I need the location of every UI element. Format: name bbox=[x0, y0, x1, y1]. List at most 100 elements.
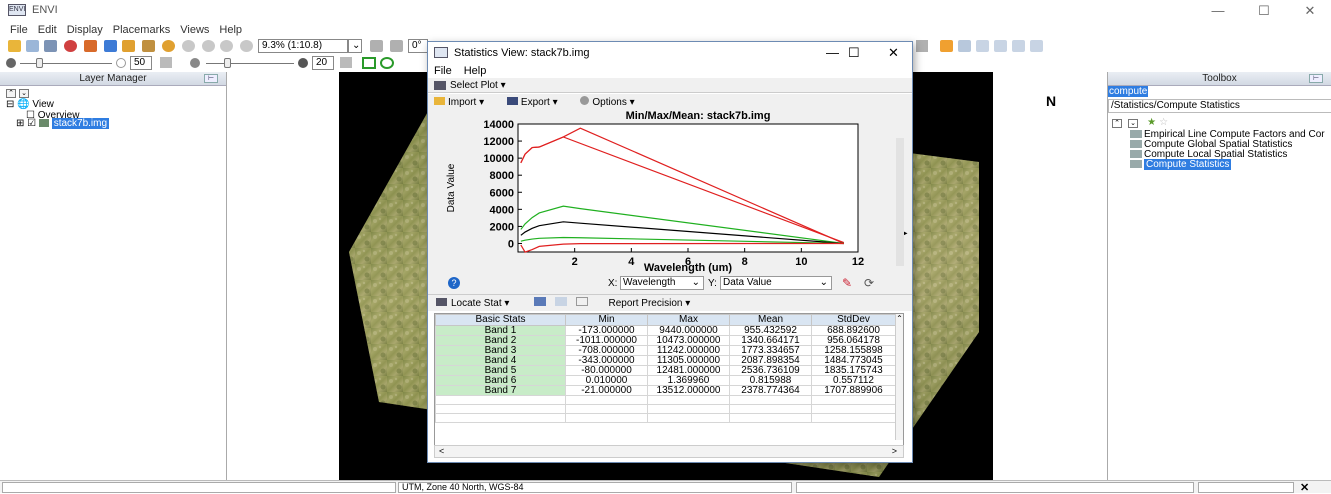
expand-all-icon[interactable]: ⌄ bbox=[19, 89, 29, 98]
table-row[interactable]: Band 2 -1011.000000 10473.000000 1340.66417… bbox=[435, 335, 896, 346]
x-axis-select[interactable]: Wavelength ⌄ bbox=[620, 276, 704, 290]
toolbox-pin-icon[interactable]: ⊢ bbox=[1309, 74, 1323, 83]
pencil-icon[interactable]: ✎ bbox=[842, 276, 852, 290]
stretch-type-icon[interactable] bbox=[380, 57, 394, 69]
toolbox-search-input[interactable]: compute bbox=[1108, 86, 1331, 97]
crosshair-icon[interactable] bbox=[84, 40, 97, 52]
chart[interactable]: Min/Max/Mean: stack7b.img 0 2000 4000 6000 8… bbox=[428, 108, 912, 274]
pan-icon[interactable] bbox=[122, 40, 135, 52]
minimize-button[interactable]: — bbox=[1195, 2, 1241, 20]
table-row[interactable]: Band 6 0.010000 1.369960 0.815988 0.557112 bbox=[435, 375, 896, 386]
table-cell: -708.000000 bbox=[565, 345, 648, 356]
menu-edit[interactable]: Edit bbox=[33, 22, 62, 38]
fixed-zoom-icon[interactable] bbox=[240, 40, 253, 52]
swipe-icon[interactable] bbox=[1030, 40, 1043, 52]
stretch-icon[interactable] bbox=[362, 57, 376, 69]
table-row[interactable]: Band 5 -80.000000 12481.000000 2536.736109 1… bbox=[435, 365, 896, 376]
table-row[interactable]: Band 3 -708.000000 11242.000000 1773.334657… bbox=[435, 345, 896, 356]
y-axis: 0 2000 4000 6000 8000 10000 12000 14000 bbox=[483, 119, 522, 250]
toolbox-expand-icon[interactable]: ⌄ bbox=[1128, 119, 1139, 128]
export-button[interactable]: Export ▾ bbox=[506, 97, 568, 108]
report-precision-button[interactable]: Report Precision ▾ bbox=[609, 298, 691, 309]
dialog-menu-file[interactable]: File bbox=[428, 65, 458, 77]
rotate-left-icon[interactable] bbox=[370, 40, 383, 52]
data-manager-icon[interactable] bbox=[26, 40, 39, 52]
toolbox-collapse-icon[interactable]: ⌃ bbox=[1112, 119, 1122, 128]
tree-stack-row[interactable]: ⊞ ☑ stack7b.img bbox=[16, 118, 110, 129]
table-hscroll[interactable]: < > bbox=[434, 445, 904, 458]
maximize-button[interactable]: ☐ bbox=[1241, 2, 1287, 20]
blend-icon[interactable] bbox=[994, 40, 1007, 52]
brightness-slider-knob[interactable] bbox=[36, 58, 43, 68]
profile-icon[interactable] bbox=[940, 40, 953, 52]
import-button[interactable]: Import ▾ bbox=[434, 97, 494, 108]
help-icon[interactable]: ? bbox=[448, 277, 460, 289]
portal-icon[interactable] bbox=[976, 40, 989, 52]
tool-item-selected[interactable]: Compute Statistics bbox=[1130, 159, 1232, 170]
brightness-value-field[interactable]: 50 bbox=[130, 56, 152, 70]
menu-file[interactable]: File bbox=[0, 22, 33, 38]
dialog-minimize-button[interactable]: — bbox=[826, 42, 839, 64]
zoom-icon[interactable] bbox=[182, 40, 195, 52]
pin-icon[interactable] bbox=[64, 40, 77, 52]
contrast-value-field[interactable]: 20 bbox=[312, 56, 334, 70]
y-axis-select[interactable]: Data Value ⌄ bbox=[720, 276, 832, 290]
stats-table: Basic Stats Min Max Mean StdDev Band 1 -1… bbox=[434, 313, 904, 453]
scroll-left-icon[interactable]: < bbox=[439, 446, 444, 456]
contrast-slider-track[interactable] bbox=[206, 63, 294, 64]
open-file-icon[interactable] bbox=[8, 40, 21, 52]
rotate-right-icon[interactable] bbox=[390, 40, 403, 52]
app-titlebar: ENVI ENVI — ☐ ✕ bbox=[0, 0, 1331, 22]
menu-views[interactable]: Views bbox=[175, 22, 214, 38]
menu-help[interactable]: Help bbox=[214, 22, 247, 38]
scroll-right-icon[interactable]: > bbox=[892, 446, 897, 457]
menu-placemarks[interactable]: Placemarks bbox=[108, 22, 175, 38]
dialog-maximize-button[interactable]: ☐ bbox=[848, 42, 860, 64]
table-copy-icon[interactable] bbox=[554, 297, 567, 306]
contrast-slider-knob[interactable] bbox=[224, 58, 231, 68]
select-plot-button[interactable]: Select Plot ▾ bbox=[428, 78, 912, 93]
rotation-field[interactable]: 0° bbox=[408, 39, 428, 53]
table-export-icon[interactable] bbox=[575, 297, 588, 306]
layer-icon[interactable] bbox=[44, 40, 57, 52]
close-button[interactable]: ✕ bbox=[1287, 2, 1331, 20]
table-row[interactable]: Band 1 -173.000000 9440.000000 955.432592 68… bbox=[435, 325, 896, 336]
fly-icon[interactable] bbox=[142, 40, 155, 52]
favorites-icon[interactable]: ★ bbox=[1147, 117, 1156, 128]
status-close-icon[interactable]: ✕ bbox=[1300, 481, 1309, 494]
flicker-icon[interactable] bbox=[1012, 40, 1025, 52]
zoom-dropdown-chevron-icon[interactable]: ⌄ bbox=[348, 39, 362, 53]
reset-contrast-icon[interactable] bbox=[340, 57, 352, 68]
options-button[interactable]: Options ▾ bbox=[580, 96, 644, 108]
table-row[interactable]: Band 7 -21.000000 13512.000000 2378.774364 1… bbox=[435, 385, 896, 396]
panel-pin-icon[interactable]: ⊢ bbox=[204, 74, 218, 83]
table-cell: 9440.000000 bbox=[647, 325, 730, 336]
tree-view-row[interactable]: ⊟ 🌐 View bbox=[6, 99, 54, 110]
dialog-menu-help[interactable]: Help bbox=[458, 65, 493, 77]
refresh-icon[interactable] bbox=[916, 40, 928, 52]
tree-stack-label: stack7b.img bbox=[51, 118, 110, 129]
table-row[interactable]: Band 4 -343.000000 11305.000000 2087.898354… bbox=[435, 355, 896, 366]
zoom-in-icon[interactable] bbox=[202, 40, 215, 52]
rotate-icon[interactable] bbox=[162, 40, 175, 52]
plot-scrollbar[interactable] bbox=[896, 138, 904, 266]
menu-display[interactable]: Display bbox=[62, 22, 108, 38]
chip-icon[interactable] bbox=[958, 40, 971, 52]
collapse-all-icon[interactable]: ⌃ bbox=[6, 89, 16, 98]
table-vscroll[interactable]: ⌃ bbox=[895, 314, 903, 440]
brightness-slider-track[interactable] bbox=[20, 63, 112, 64]
reset-brightness-icon[interactable] bbox=[160, 57, 172, 68]
empty-cell bbox=[435, 395, 566, 405]
import-icon bbox=[434, 97, 445, 105]
toolbox-path-field[interactable]: /Statistics/Compute Statistics bbox=[1108, 99, 1331, 113]
zoom-level-field[interactable]: 9.3% (1:10.8) bbox=[258, 39, 348, 53]
select-icon[interactable] bbox=[104, 40, 117, 52]
y-tick-label: 0 bbox=[508, 238, 514, 250]
refresh-plot-icon[interactable]: ⟳ bbox=[864, 276, 874, 290]
zoom-out-icon[interactable] bbox=[220, 40, 233, 52]
favorites-off-icon[interactable]: ☆ bbox=[1159, 117, 1168, 128]
locate-stat-button[interactable]: Locate Stat ▾ bbox=[436, 298, 509, 309]
table-view-icon[interactable] bbox=[534, 297, 547, 306]
select-plot-label: Select Plot ▾ bbox=[450, 80, 506, 91]
dialog-close-button[interactable]: ✕ bbox=[888, 42, 899, 64]
